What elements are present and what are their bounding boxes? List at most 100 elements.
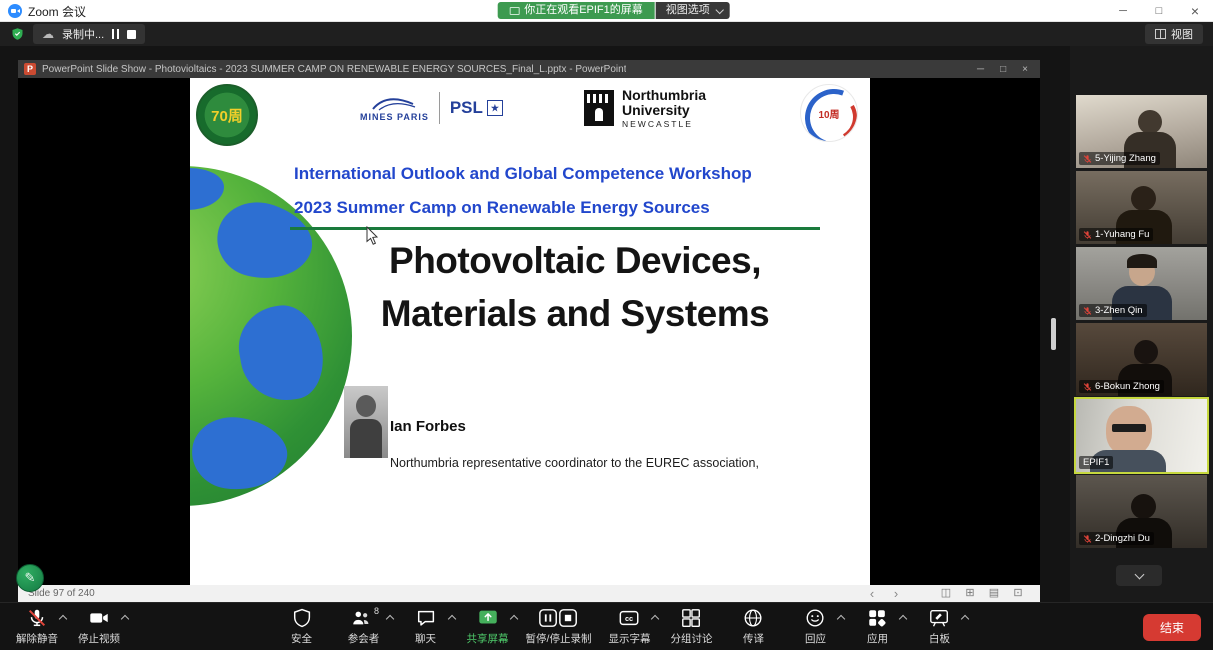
participant-video[interactable]: 2-Dingzhi Du <box>1076 475 1207 548</box>
show-captions-button[interactable]: cc 显示字幕 <box>598 603 660 650</box>
participant-name-tag: 5-Yijing Zhang <box>1079 152 1160 165</box>
participants-count-badge: 8 <box>374 606 379 616</box>
slide[interactable]: 70周 MINES PARIS PSL ★ Nort <box>190 78 870 585</box>
participant-video[interactable]: 5-Yijing Zhang <box>1076 95 1207 168</box>
share-screen-button[interactable]: 共享屏幕 <box>457 603 519 650</box>
apps-button[interactable]: 应用 <box>846 603 908 650</box>
whiteboard-icon <box>928 607 950 629</box>
reactions-button[interactable]: 回应 <box>784 603 846 650</box>
share-screen-icon <box>477 607 499 629</box>
security-shield-icon[interactable] <box>10 26 25 42</box>
anniversary-10-logo: 10周 <box>800 84 858 142</box>
app-title: Zoom 会议 <box>28 3 86 20</box>
sidebar-collapse-handle[interactable] <box>1051 318 1056 350</box>
security-button[interactable]: 安全 <box>271 603 333 650</box>
slide-heading-2: 2023 Summer Camp on Renewable Energy Sou… <box>294 198 870 218</box>
slideshow-view-icon[interactable]: ⊡ <box>1006 585 1030 602</box>
participant-name-tag: 3-Zhen Qin <box>1079 304 1147 317</box>
slide-sorter-icon[interactable]: ⊞ <box>958 585 982 602</box>
unmute-menu-chevron[interactable] <box>59 613 67 621</box>
muted-mic-icon <box>1083 534 1092 544</box>
mic-muted-icon <box>26 607 48 629</box>
participant-video[interactable]: 1-Yuhang Fu <box>1076 171 1207 244</box>
pause-recording-icon[interactable] <box>112 29 119 39</box>
watching-banner: 你正在观看EPIF1的屏幕 <box>497 2 655 19</box>
view-options-dropdown[interactable]: 视图选项 <box>656 2 730 19</box>
reactions-menu-chevron[interactable] <box>837 613 845 621</box>
northumbria-logo: Northumbria University NEWCASTLE <box>584 88 706 129</box>
presenter-photo <box>344 386 388 458</box>
stop-video-button[interactable]: 停止视频 <box>68 603 130 650</box>
powerpoint-title: PowerPoint Slide Show - Photovioltaics -… <box>42 64 626 75</box>
muted-mic-icon <box>1083 230 1092 240</box>
breakout-rooms-button[interactable]: 分组讨论 <box>660 603 722 650</box>
smiley-icon <box>804 607 826 629</box>
cc-icon: cc <box>618 607 640 629</box>
video-menu-chevron[interactable] <box>121 613 129 621</box>
watching-banner-group: 你正在观看EPIF1的屏幕 视图选项 <box>497 2 730 19</box>
uni-line2: University <box>622 103 706 118</box>
view-button-label: 视图 <box>1171 26 1193 42</box>
maximize-button[interactable]: □ <box>1141 0 1177 22</box>
whiteboard-menu-chevron[interactable] <box>961 613 969 621</box>
chat-bubble-icon <box>415 607 437 629</box>
participant-name-tag: 6-Bokun Zhong <box>1079 380 1164 393</box>
meeting-toolbar: 解除静音 停止视频 安全 8 参会者 <box>0 602 1213 650</box>
normal-view-icon[interactable]: ◫ <box>934 585 958 602</box>
uni-line3: NEWCASTLE <box>622 120 706 129</box>
powerpoint-app-icon: P <box>24 63 36 75</box>
apps-menu-chevron[interactable] <box>899 613 907 621</box>
slide-heading-1: International Outlook and Global Compete… <box>294 164 870 184</box>
slide-title: Photovoltaic Devices, Materials and Syst… <box>320 234 830 340</box>
participants-menu-chevron[interactable] <box>386 613 394 621</box>
castle-emblem-icon <box>584 90 614 126</box>
reading-view-icon[interactable]: ▤ <box>982 585 1006 602</box>
annotation-button[interactable]: ✎ <box>16 564 44 592</box>
psl-star-icon: ★ <box>487 100 503 116</box>
participant-video[interactable]: 3-Zhen Qin <box>1076 247 1207 320</box>
pause-stop-recording-button[interactable]: 暂停/停止录制 <box>519 603 599 650</box>
ppt-maximize-button[interactable]: □ <box>1000 64 1006 75</box>
captions-menu-chevron[interactable] <box>651 613 659 621</box>
presenter-description: Northumbria representative coordinator t… <box>390 456 759 470</box>
view-button[interactable]: 视图 <box>1145 24 1203 44</box>
participant-video-active-speaker[interactable]: EPIF1 <box>1076 399 1207 472</box>
close-button[interactable]: × <box>1177 0 1213 22</box>
muted-mic-icon <box>1083 154 1092 164</box>
glasses <box>1112 424 1146 432</box>
participants-icon <box>350 607 372 629</box>
powerpoint-window: P PowerPoint Slide Show - Photovioltaics… <box>18 60 1040 602</box>
whiteboard-button[interactable]: 白板 <box>908 603 970 650</box>
end-meeting-button[interactable]: 结束 <box>1143 614 1201 641</box>
recording-indicator: ☁ 录制中... <box>33 24 145 44</box>
previous-slide-button[interactable]: ‹ <box>860 585 884 602</box>
cloud-recording-icon: ☁ <box>42 28 54 40</box>
participants-collapse-button[interactable] <box>1116 565 1162 586</box>
share-menu-chevron[interactable] <box>510 613 518 621</box>
anniversary-70-logo: 70周 <box>196 84 258 146</box>
unmute-button[interactable]: 解除静音 <box>6 603 68 650</box>
ppt-close-button[interactable]: × <box>1022 64 1028 75</box>
svg-text:cc: cc <box>625 614 633 623</box>
muted-mic-icon <box>1083 306 1092 316</box>
next-slide-button[interactable]: › <box>884 585 908 602</box>
mines-paris-label: MINES PARIS <box>360 112 429 122</box>
camera-icon <box>88 607 110 629</box>
powerpoint-statusbar: Slide 97 of 240 ‹ › ◫ ⊞ ▤ ⊡ <box>18 585 1040 602</box>
presenter-name: Ian Forbes <box>390 418 466 435</box>
slide-title-line2: Materials and Systems <box>320 287 830 340</box>
interpretation-button[interactable]: 传译 <box>722 603 784 650</box>
window-controls: ─ □ × <box>1105 0 1213 22</box>
participant-video[interactable]: 6-Bokun Zhong <box>1076 323 1207 396</box>
chat-button[interactable]: 聊天 <box>395 603 457 650</box>
chat-menu-chevron[interactable] <box>448 613 456 621</box>
slideshow-area: 70周 MINES PARIS PSL ★ Nort <box>18 78 1040 585</box>
ppt-minimize-button[interactable]: ─ <box>977 64 984 75</box>
participants-button[interactable]: 8 参会者 <box>333 603 395 650</box>
minimize-button[interactable]: ─ <box>1105 0 1141 22</box>
recording-status-text: 录制中... <box>62 26 104 42</box>
mouse-cursor <box>366 226 380 246</box>
zoom-window-titlebar: Zoom 会议 你正在观看EPIF1的屏幕 视图选项 ─ □ × <box>0 0 1213 22</box>
mines-swoosh-icon <box>371 95 417 111</box>
stop-recording-icon[interactable] <box>127 30 136 39</box>
